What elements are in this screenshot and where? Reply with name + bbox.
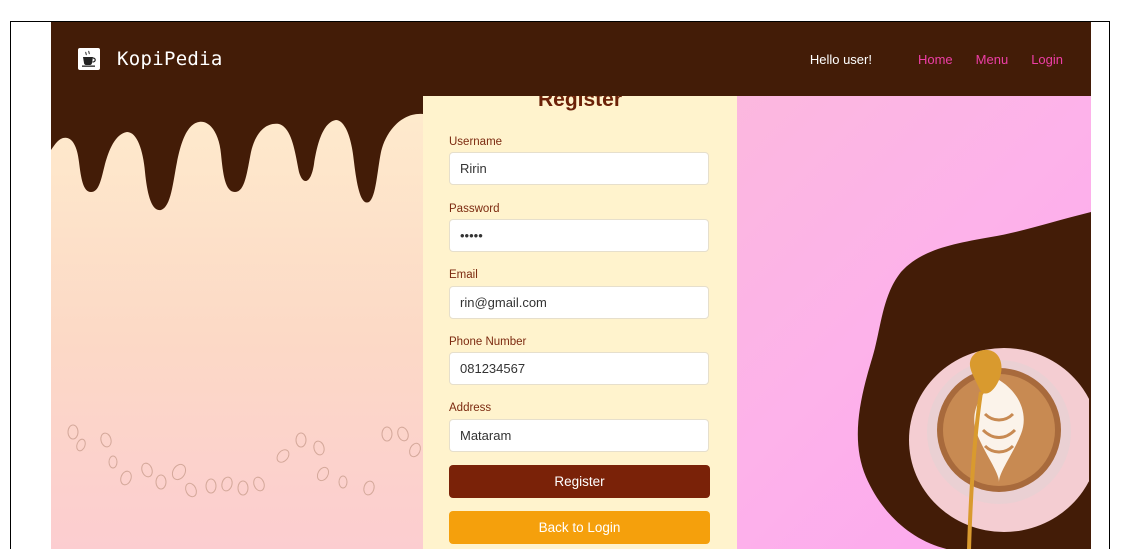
nav-link-menu[interactable]: Menu xyxy=(976,52,1009,67)
address-label: Address xyxy=(449,402,492,414)
username-label: Username xyxy=(449,136,503,148)
nav-links: Hello user! Home Menu Login xyxy=(810,52,1063,67)
brand-name: KopiPedia xyxy=(117,48,223,70)
phone-input[interactable] xyxy=(449,352,709,385)
coffee-cup-icon xyxy=(78,48,100,70)
username-input[interactable] xyxy=(449,152,709,185)
browser-frame: KopiPedia Hello user! Home Menu Login Re… xyxy=(10,21,1110,549)
phone-label: Phone Number xyxy=(449,336,527,348)
address-input[interactable] xyxy=(449,419,709,452)
register-form: Register Username Password Email Phone N… xyxy=(423,88,737,549)
brand[interactable]: KopiPedia xyxy=(78,48,223,70)
user-greeting: Hello user! xyxy=(809,51,872,67)
page: KopiPedia Hello user! Home Menu Login Re… xyxy=(51,22,1091,549)
register-button[interactable]: Register xyxy=(449,465,710,498)
latte-cup-image xyxy=(909,348,1089,549)
navbar: KopiPedia Hello user! Home Menu Login xyxy=(51,22,1091,96)
password-input[interactable] xyxy=(449,219,709,252)
email-label: Email xyxy=(449,269,478,281)
nav-link-home[interactable]: Home xyxy=(918,52,953,67)
coffee-beans-decoration xyxy=(67,424,421,498)
back-to-login-button[interactable]: Back to Login xyxy=(449,511,710,544)
password-label: Password xyxy=(449,203,500,215)
chocolate-drip-decoration xyxy=(51,92,423,211)
email-input[interactable] xyxy=(449,286,709,319)
nav-link-login[interactable]: Login xyxy=(1031,52,1063,67)
